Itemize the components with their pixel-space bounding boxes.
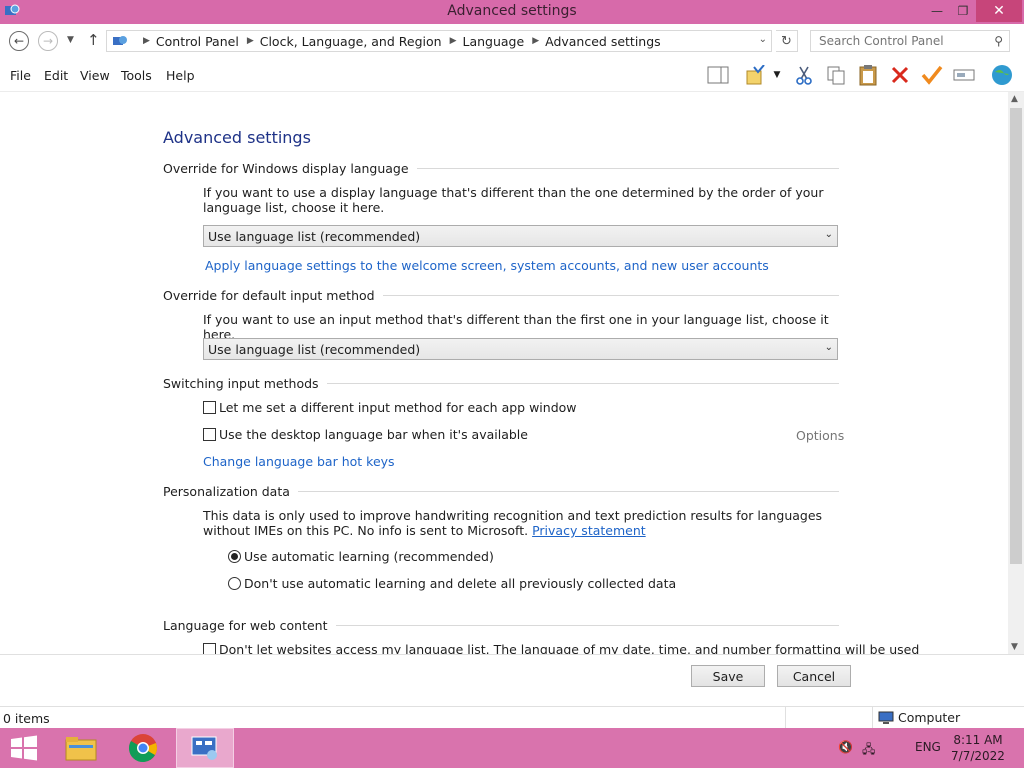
taskbar: 🔇 🖧 ENG 8:11 AM 7/7/2022 — [0, 728, 1024, 768]
automatic-learning-radio[interactable]: Use automatic learning (recommended) — [228, 549, 494, 564]
cancel-button[interactable]: Cancel — [777, 665, 851, 687]
web-language-list-checkbox[interactable]: Don't let websites access my language li… — [203, 642, 919, 654]
scroll-down-icon[interactable]: ▼ — [1011, 642, 1018, 652]
clock[interactable]: 8:11 AM 7/7/2022 — [948, 732, 1008, 764]
per-app-input-checkbox[interactable]: Let me set a different input method for … — [203, 400, 577, 415]
windows-logo-icon — [11, 735, 37, 761]
radio-unselected[interactable] — [228, 577, 241, 590]
menu-view[interactable]: View — [80, 68, 110, 83]
file-explorer-taskbar[interactable] — [52, 728, 110, 768]
vertical-scrollbar[interactable]: ▲ ▼ — [1008, 92, 1024, 654]
start-button[interactable] — [0, 728, 48, 768]
chevron-down-icon: ⌄ — [824, 342, 833, 353]
search-input[interactable] — [811, 34, 981, 48]
scrollbar-thumb[interactable] — [1010, 108, 1022, 564]
breadcrumb-advanced-settings[interactable]: Advanced settings — [545, 34, 661, 49]
restore-button[interactable]: ❐ — [950, 0, 976, 22]
divider — [785, 707, 786, 729]
item-count: 0 items — [3, 711, 50, 726]
checkmark-icon[interactable] — [920, 63, 944, 87]
change-hotkeys-link[interactable]: Change language bar hot keys — [203, 454, 395, 469]
title-bar: Advanced settings — ❐ ✕ — [0, 0, 1024, 24]
breadcrumb-control-panel[interactable]: Control Panel ▶ — [156, 34, 254, 49]
menu-edit[interactable]: Edit — [44, 68, 68, 83]
volume-muted-icon[interactable]: 🔇 — [838, 740, 853, 754]
radio-selected[interactable] — [228, 550, 241, 563]
chevron-right-icon[interactable]: ▶ — [143, 36, 150, 46]
input-language[interactable]: ENG — [915, 740, 941, 754]
breadcrumb-language[interactable]: Language ▶ — [462, 34, 539, 49]
menu-tools[interactable]: Tools — [121, 68, 152, 83]
menu-help[interactable]: Help — [166, 68, 195, 83]
section-input-method: Override for default input method — [163, 288, 839, 303]
checkbox[interactable] — [203, 428, 216, 441]
search-icon[interactable]: ⚲ — [994, 34, 1003, 48]
computer-icon — [878, 711, 894, 724]
display-language-description: If you want to use a display language th… — [203, 185, 824, 215]
delete-icon[interactable] — [888, 63, 912, 87]
preview-pane-icon[interactable] — [706, 63, 730, 87]
chevron-right-icon[interactable]: ▶ — [450, 36, 457, 46]
chrome-taskbar[interactable] — [114, 728, 172, 768]
globe-icon[interactable] — [990, 63, 1014, 87]
network-icon[interactable]: 🖧 — [862, 740, 875, 761]
control-panel-taskbar[interactable] — [176, 728, 234, 768]
properties-icon[interactable] — [744, 63, 768, 87]
chevron-down-icon[interactable]: ▼ — [770, 63, 784, 87]
status-bar: 0 items Computer — [0, 706, 1024, 729]
divider — [416, 168, 839, 169]
input-method-select[interactable]: Use language list (recommended) ⌄ — [203, 338, 838, 360]
breadcrumb[interactable]: ▶ Control Panel ▶ Clock, Language, and Re… — [106, 30, 772, 52]
copy-icon[interactable] — [824, 63, 848, 87]
control-panel-icon — [191, 736, 217, 760]
folder-icon — [65, 737, 97, 761]
clock-date: 7/7/2022 — [951, 749, 1005, 763]
section-display-language: Override for Windows display language — [163, 161, 839, 176]
section-web-content: Language for web content — [163, 618, 839, 633]
divider — [297, 491, 839, 492]
chevron-right-icon[interactable]: ▶ — [247, 36, 254, 46]
apply-language-settings-link[interactable]: Apply language settings to the welcome s… — [205, 258, 769, 273]
options-link: Options — [796, 428, 845, 443]
personalization-description: This data is only used to improve handwr… — [203, 508, 823, 538]
chevron-down-icon[interactable]: ⌄ — [759, 34, 767, 45]
checkbox[interactable] — [203, 401, 216, 414]
computer-status: Computer — [878, 710, 960, 725]
refresh-button[interactable]: ↻ — [776, 30, 798, 52]
privacy-statement-link[interactable]: Privacy statement — [532, 523, 646, 538]
section-personalization: Personalization data — [163, 484, 839, 499]
forward-button[interactable]: → — [38, 31, 58, 51]
search-box[interactable]: ⚲ — [810, 30, 1010, 52]
divider — [872, 707, 873, 729]
main-content: Advanced settings Override for Windows d… — [0, 92, 1008, 654]
paste-icon[interactable] — [856, 63, 880, 87]
recent-locations-icon[interactable]: ▼ — [67, 35, 74, 45]
control-panel-icon — [113, 36, 127, 45]
chevron-down-icon: ⌄ — [824, 229, 833, 240]
dialog-footer: Save Cancel — [0, 654, 1024, 706]
divider — [335, 625, 839, 626]
chrome-icon — [129, 734, 157, 763]
save-button[interactable]: Save — [691, 665, 765, 687]
divider — [326, 383, 839, 384]
back-button[interactable]: ← — [9, 31, 29, 51]
clock-time: 8:11 AM — [953, 733, 1003, 747]
window-title: Advanced settings — [447, 3, 577, 19]
section-switching-input: Switching input methods — [163, 376, 839, 391]
close-button[interactable]: ✕ — [976, 0, 1022, 22]
scroll-up-icon[interactable]: ▲ — [1011, 94, 1018, 104]
display-language-select[interactable]: Use language list (recommended) ⌄ — [203, 225, 838, 247]
breadcrumb-clock-language-region[interactable]: Clock, Language, and Region ▶ — [260, 34, 457, 49]
no-automatic-learning-radio[interactable]: Don't use automatic learning and delete … — [228, 576, 676, 591]
up-button[interactable]: ↑ — [87, 31, 100, 49]
page-title: Advanced settings — [163, 128, 311, 147]
checkbox[interactable] — [203, 643, 216, 654]
cut-icon[interactable] — [792, 63, 816, 87]
divider — [382, 295, 839, 296]
rename-icon[interactable] — [952, 63, 976, 87]
desktop-language-bar-checkbox[interactable]: Use the desktop language bar when it's a… — [203, 427, 528, 442]
menu-file[interactable]: File — [10, 68, 31, 83]
minimize-button[interactable]: — — [924, 0, 950, 22]
chevron-right-icon[interactable]: ▶ — [532, 36, 539, 46]
